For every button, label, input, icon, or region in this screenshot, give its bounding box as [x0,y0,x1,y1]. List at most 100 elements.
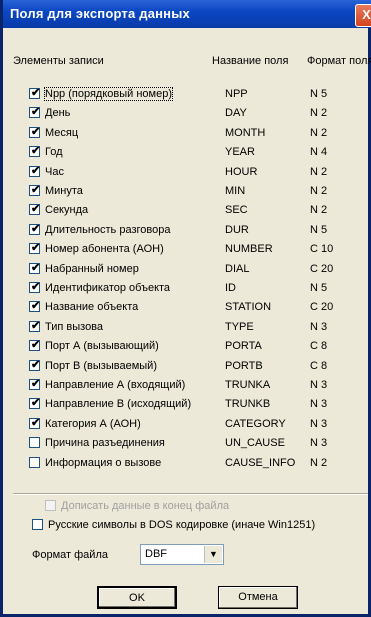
checkmark-icon: ✔ [31,125,41,138]
field-checkbox[interactable]: ✔ [29,184,41,196]
field-row[interactable]: Причина разъединения UN_CAUSE N 3 [29,435,371,452]
checkmark-icon: ✔ [31,184,41,196]
field-row[interactable]: ✔ Час HOUR N 2 [29,164,371,181]
field-checkbox[interactable] [29,456,40,468]
field-row[interactable]: ✔ Категория А (АОН) CATEGORY N 3 [29,416,371,433]
cancel-button[interactable]: Отмена [218,586,298,609]
checkmark-icon: ✔ [31,222,41,235]
field-row[interactable]: ✔ Направление А (входящий) TRUNKA N 3 [29,377,371,394]
append-option: Дописать данные в конец файла [29,498,329,515]
field-label: Секунда [45,204,89,217]
field-name: DAY [225,107,247,120]
field-checkbox[interactable] [29,437,40,449]
field-row[interactable]: ✔ Порт В (вызываемый) PORTB C 8 [29,358,371,375]
field-name: TRUNKB [225,398,271,411]
field-row[interactable]: Информация о вызове CAUSE_INFO N 2 [29,455,371,472]
checkmark-icon: ✔ [31,339,41,352]
field-name: ID [225,282,236,294]
field-name: NUMBER [225,243,273,256]
field-format: N 2 [310,165,328,178]
field-format: N 5 [310,223,328,236]
checkmark-icon: ✔ [31,164,41,177]
field-name: NPP [225,88,248,100]
dos-encoding-option[interactable]: Русские символы в DOS кодировке (иначе W… [32,517,362,534]
field-label: Причина разъединения [45,437,165,450]
field-checkbox[interactable]: ✔ [29,378,41,390]
field-row[interactable]: ✔ Месяц MONTH N 2 [29,125,371,142]
field-checkbox[interactable]: ✔ [29,320,40,332]
dos-encoding-checkbox[interactable] [32,519,43,530]
field-row[interactable]: ✔ Порт А (вызывающий) PORTA C 8 [29,338,371,355]
field-format: C 8 [310,359,328,372]
field-checkbox[interactable]: ✔ [29,125,41,138]
field-label: Номер абонента (АОН) [45,243,164,256]
field-checkbox[interactable]: ✔ [29,164,41,177]
field-label: Npp (порядковый номер) [44,87,173,101]
field-label: Информация о вызове [45,456,162,469]
field-checkbox[interactable]: ✔ [29,145,41,158]
dialog-title: Поля для экспорта данных [10,6,190,21]
field-checkbox[interactable]: ✔ [29,203,41,216]
field-name: STATION [225,301,272,314]
field-name: PORTB [225,359,263,372]
field-label: День [45,107,71,120]
field-checkbox[interactable]: ✔ [29,339,41,352]
field-checkbox[interactable]: ✔ [29,300,40,313]
close-button[interactable]: X [355,4,371,27]
field-name: YEAR [225,146,255,159]
field-label: Направление А (входящий) [45,379,186,391]
field-checkbox[interactable]: ✔ [29,222,41,235]
field-label: Тип вызова [45,320,104,333]
field-row[interactable]: ✔ Набранный номер DIAL C 20 [29,261,371,278]
checkmark-icon: ✔ [31,281,41,293]
field-checkbox[interactable]: ✔ [29,417,40,429]
field-checkbox[interactable]: ✔ [29,397,40,410]
field-label: Категория А (АОН) [45,417,141,430]
field-name: MIN [225,185,246,197]
field-name: PORTA [225,340,262,353]
field-row[interactable]: ✔ Направление В (исходящий) TRUNKB N 3 [29,396,371,413]
field-format: N 3 [310,417,328,430]
field-label: Год [45,146,63,159]
field-format: C 20 [310,301,334,314]
append-checkbox [45,500,56,511]
title-bar[interactable]: Поля для экспорта данных X [3,0,371,28]
field-checkbox[interactable]: ✔ [29,358,41,371]
field-row[interactable]: ✔ Название объекта STATION C 20 [29,299,371,316]
field-format: N 3 [310,320,328,333]
file-format-select[interactable]: DBF ▼ [140,544,224,565]
field-format: N 5 [310,88,328,100]
field-format: N 3 [310,379,328,391]
field-row[interactable]: ✔ День DAY N 2 [29,105,371,122]
field-checkbox[interactable]: ✔ [29,281,41,293]
field-checkbox[interactable]: ✔ [29,106,41,119]
field-row[interactable]: ✔ Npp (порядковый номер) NPP N 5 [29,86,371,103]
file-format-label: Формат файла [32,549,108,561]
header-elements: Элементы записи [13,55,104,67]
field-row[interactable]: ✔ Секунда SEC N 2 [29,202,371,219]
file-format-value: DBF [145,548,167,560]
field-label: Длительность разговора [45,223,171,236]
field-row[interactable]: ✔ Год YEAR N 4 [29,144,371,161]
field-checkbox[interactable]: ✔ [29,87,40,99]
field-name: TYPE [225,320,254,333]
field-label: Название объекта [45,301,139,314]
field-label: Порт В (вызываемый) [45,359,157,372]
field-row[interactable]: ✔ Номер абонента (АОН) NUMBER C 10 [29,241,371,258]
ok-button[interactable]: OK [97,586,177,609]
field-format: C 8 [310,340,328,353]
field-label: Набранный номер [45,262,139,275]
checkmark-icon: ✔ [31,145,41,158]
checkmark-icon: ✔ [31,203,41,216]
field-row[interactable]: ✔ Длительность разговора DUR N 5 [29,222,371,239]
chevron-down-icon[interactable]: ▼ [204,546,222,563]
checkmark-icon: ✔ [31,106,41,119]
checkmark-icon: ✔ [31,358,41,371]
field-row[interactable]: ✔ Идентификатор объекта ID N 5 [29,280,371,297]
field-checkbox[interactable]: ✔ [29,262,40,274]
checkmark-icon: ✔ [31,378,41,390]
field-row[interactable]: ✔ Тип вызова TYPE N 3 [29,319,371,336]
field-checkbox[interactable]: ✔ [29,242,40,255]
field-format: N 5 [310,282,328,294]
field-row[interactable]: ✔ Минута MIN N 2 [29,183,371,200]
